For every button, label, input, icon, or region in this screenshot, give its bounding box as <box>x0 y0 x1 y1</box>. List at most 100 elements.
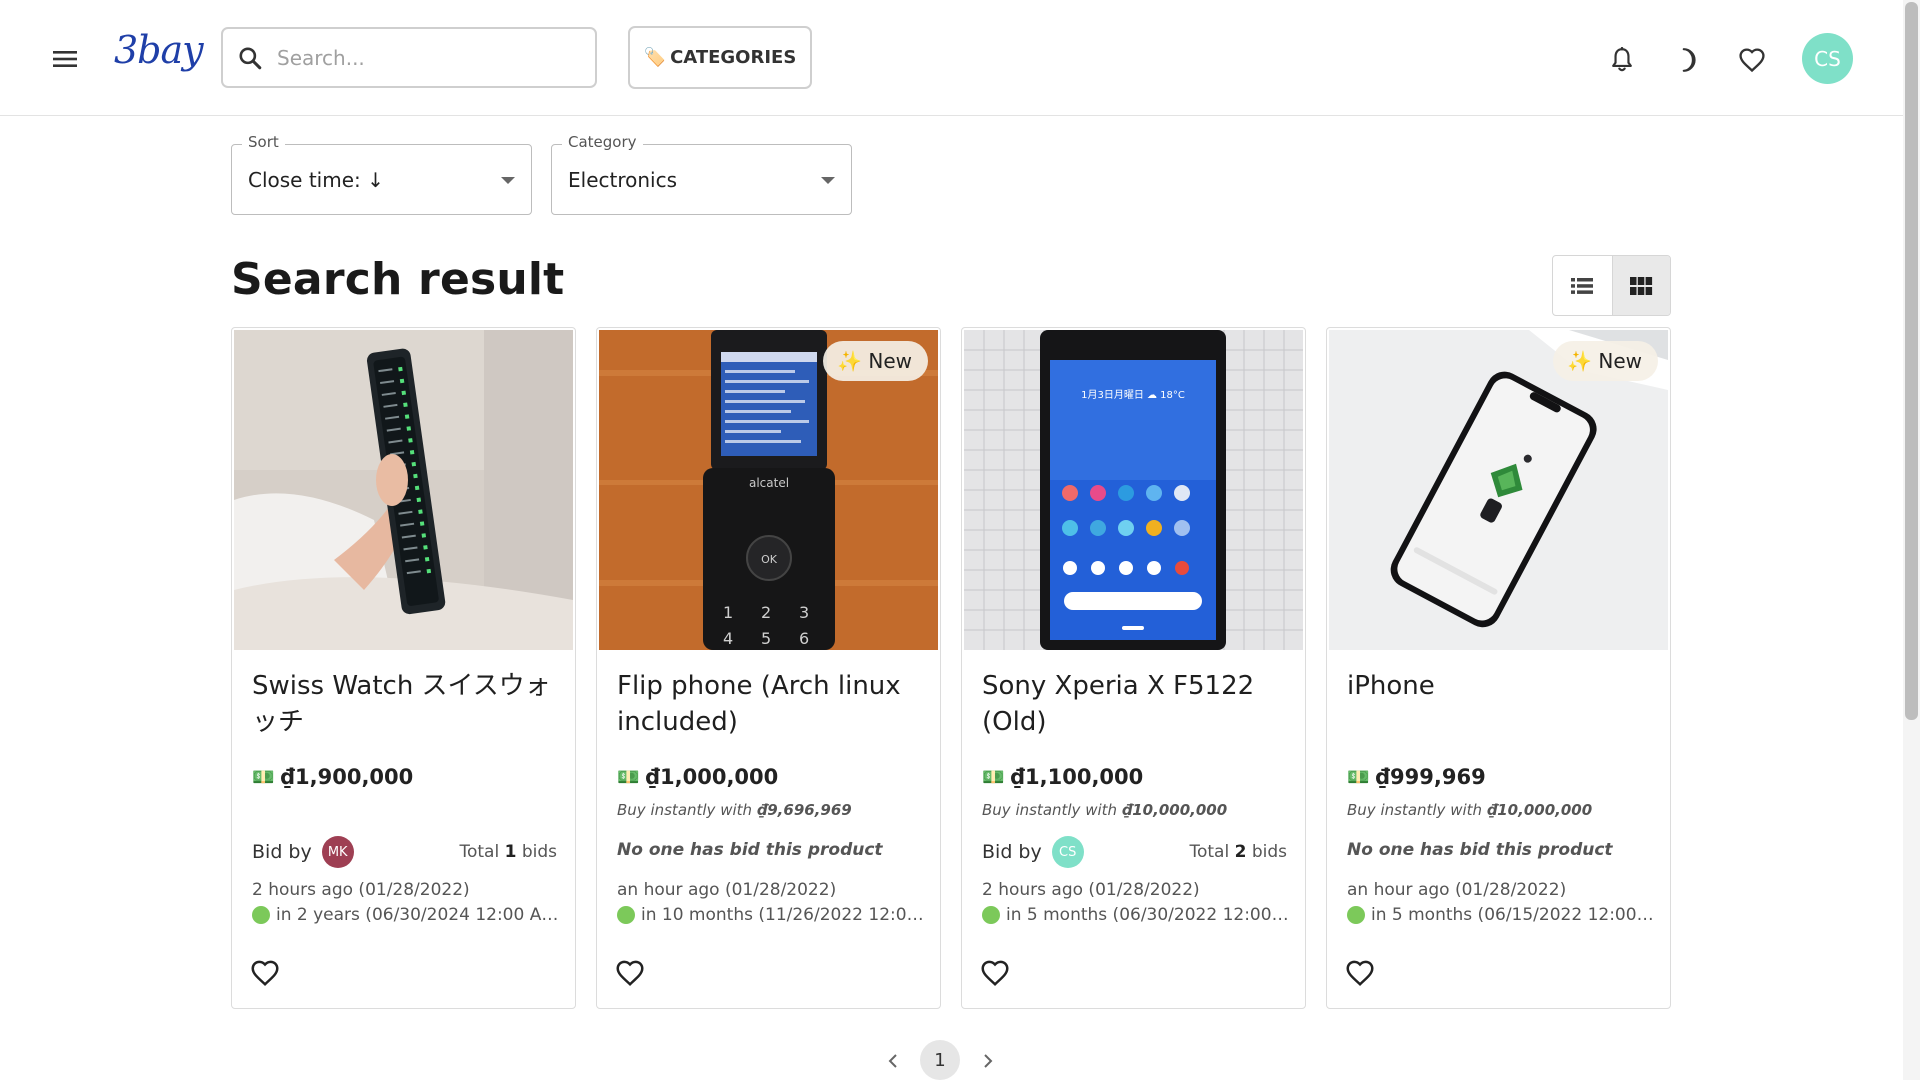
page-title: Search result <box>231 254 565 305</box>
bid-info: Bid by MK Total 1 bids <box>252 836 557 868</box>
favorite-button[interactable] <box>1345 959 1377 991</box>
buy-now-label: Buy instantly with <box>982 801 1118 819</box>
current-price: 💵 ₫1,100,000 <box>982 765 1143 789</box>
price-value: ₫1,900,000 <box>280 765 414 789</box>
menu-icon <box>53 51 77 67</box>
favorites-button[interactable] <box>1732 40 1772 80</box>
chevron-right-icon <box>984 1054 993 1068</box>
product-title[interactable]: Flip phone (Arch linux included) <box>617 668 917 740</box>
total-suffix: bids <box>1251 842 1287 862</box>
product-title[interactable]: Swiss Watch スイスウォッチ <box>252 668 552 740</box>
total-prefix: Total <box>459 842 500 862</box>
product-image[interactable] <box>234 330 573 650</box>
total-suffix: bids <box>521 842 557 862</box>
status-dot-icon <box>252 906 270 924</box>
no-bid-text: No one has bid this product <box>617 840 883 860</box>
buy-now-value: ₫10,000,000 <box>1486 801 1593 819</box>
category-label: Category <box>562 133 643 151</box>
categories-button[interactable]: 🏷️ CATEGORIES <box>628 26 812 89</box>
favorite-button[interactable] <box>615 959 647 991</box>
app-bar: 3bay 🏷️ CATEGORIES CS <box>0 0 1920 116</box>
theme-toggle-button[interactable] <box>1667 40 1707 80</box>
created-time: an hour ago (01/28/2022) <box>1347 880 1567 900</box>
product-title[interactable]: Sony Xperia X F5122 (Old) <box>982 668 1282 740</box>
status-dot-icon <box>617 906 635 924</box>
money-icon: 💵 <box>252 766 275 788</box>
close-time: in 2 years (06/30/2024 12:00 AM) <box>252 905 562 925</box>
product-image[interactable]: alcatel OK 1 2 3 4 5 6 ✨ New <box>599 330 938 650</box>
next-page-button[interactable] <box>974 1047 1002 1075</box>
buy-now-price: Buy instantly with ₫9,696,969 <box>617 801 852 819</box>
product-card[interactable]: alcatel OK 1 2 3 4 5 6 ✨ New Flip phone (Arc… <box>596 327 941 1009</box>
bid-by-label: Bid by <box>252 841 312 863</box>
favorite-button[interactable] <box>980 959 1012 991</box>
heart-icon <box>1739 48 1765 73</box>
bell-icon <box>1612 47 1632 72</box>
close-time-text: in 5 months (06/15/2022 12:00 ... <box>1371 905 1657 925</box>
svg-text:1月3日月曜日 ☁ 18°C: 1月3日月曜日 ☁ 18°C <box>1081 389 1185 401</box>
chevron-down-icon <box>501 177 515 184</box>
bid-by-label: Bid by <box>982 841 1042 863</box>
user-avatar[interactable]: CS <box>1802 33 1853 84</box>
scrollbar-thumb[interactable] <box>1905 2 1918 720</box>
logo[interactable]: 3bay <box>114 28 204 72</box>
buy-now-value: ₫9,696,969 <box>756 801 852 819</box>
price-value: ₫999,969 <box>1375 765 1486 789</box>
current-price: 💵 ₫999,969 <box>1347 765 1486 789</box>
heart-icon <box>981 960 1009 986</box>
money-icon: 💵 <box>982 766 1005 788</box>
buy-now-price: Buy instantly with ₫10,000,000 <box>982 801 1227 819</box>
buy-now-label: Buy instantly with <box>617 801 753 819</box>
total-prefix: Total <box>1189 842 1230 862</box>
heart-icon <box>616 960 644 986</box>
product-image[interactable]: ✨ New <box>1329 330 1668 650</box>
svg-text:2: 2 <box>761 603 771 622</box>
notifications-button[interactable] <box>1602 40 1642 80</box>
product-card[interactable]: Swiss Watch スイスウォッチ 💵 ₫1,900,000 Bid by … <box>231 327 576 1009</box>
bidder-avatar[interactable]: MK <box>321 836 354 868</box>
previous-page-button[interactable] <box>879 1047 907 1075</box>
product-card[interactable]: ✨ New iPhone 💵 ₫999,969 Buy instantly wi… <box>1326 327 1671 1009</box>
close-time: in 10 months (11/26/2022 12:00 ... <box>617 905 927 925</box>
price-value: ₫1,000,000 <box>645 765 779 789</box>
svg-text:alcatel: alcatel <box>749 476 789 490</box>
search-input[interactable] <box>277 45 567 70</box>
category-select[interactable]: Category Electronics <box>551 133 852 215</box>
vertical-scrollbar[interactable] <box>1903 0 1920 1080</box>
menu-button[interactable] <box>46 40 84 78</box>
bid-count: 2 <box>1234 842 1247 862</box>
search-box[interactable] <box>221 27 597 88</box>
current-price: 💵 ₫1,000,000 <box>617 765 778 789</box>
product-title[interactable]: iPhone <box>1347 668 1647 704</box>
close-time: in 5 months (06/15/2022 12:00 ... <box>1347 905 1657 925</box>
created-time: 2 hours ago (01/28/2022) <box>982 880 1200 900</box>
page-number-button[interactable]: 1 <box>920 1040 960 1080</box>
current-price: 💵 ₫1,900,000 <box>252 765 413 789</box>
created-time: an hour ago (01/28/2022) <box>617 880 837 900</box>
total-bids: Total 2 bids <box>1189 842 1287 862</box>
categories-label: CATEGORIES <box>670 47 797 68</box>
sort-label: Sort <box>242 133 285 151</box>
bidder-avatar[interactable]: CS <box>1051 836 1084 868</box>
grid-view-button[interactable] <box>1611 256 1670 315</box>
product-image[interactable]: 1月3日月曜日 ☁ 18°C <box>964 330 1303 650</box>
buy-now-label: Buy instantly with <box>1347 801 1483 819</box>
chevron-left-icon <box>888 1054 897 1068</box>
bid-count: 1 <box>504 842 517 862</box>
new-badge: ✨ New <box>1553 341 1658 381</box>
moon-icon <box>1682 48 1696 72</box>
svg-text:1: 1 <box>723 603 733 622</box>
status-dot-icon <box>1347 906 1365 924</box>
grid-view-icon <box>1630 276 1653 295</box>
category-value: Electronics <box>568 167 678 192</box>
money-icon: 💵 <box>617 766 640 788</box>
product-card[interactable]: 1月3日月曜日 ☁ 18°C Sony Xperia X F5122 (Old)… <box>961 327 1306 1009</box>
list-view-button[interactable] <box>1553 256 1612 315</box>
search-icon <box>239 46 262 69</box>
no-bid-text: No one has bid this product <box>1347 840 1613 860</box>
status-dot-icon <box>982 906 1000 924</box>
tag-icon: 🏷️ <box>643 47 667 68</box>
sort-select[interactable]: Sort Close time: ↓ <box>231 133 532 215</box>
heart-icon <box>251 960 279 986</box>
favorite-button[interactable] <box>250 959 282 991</box>
